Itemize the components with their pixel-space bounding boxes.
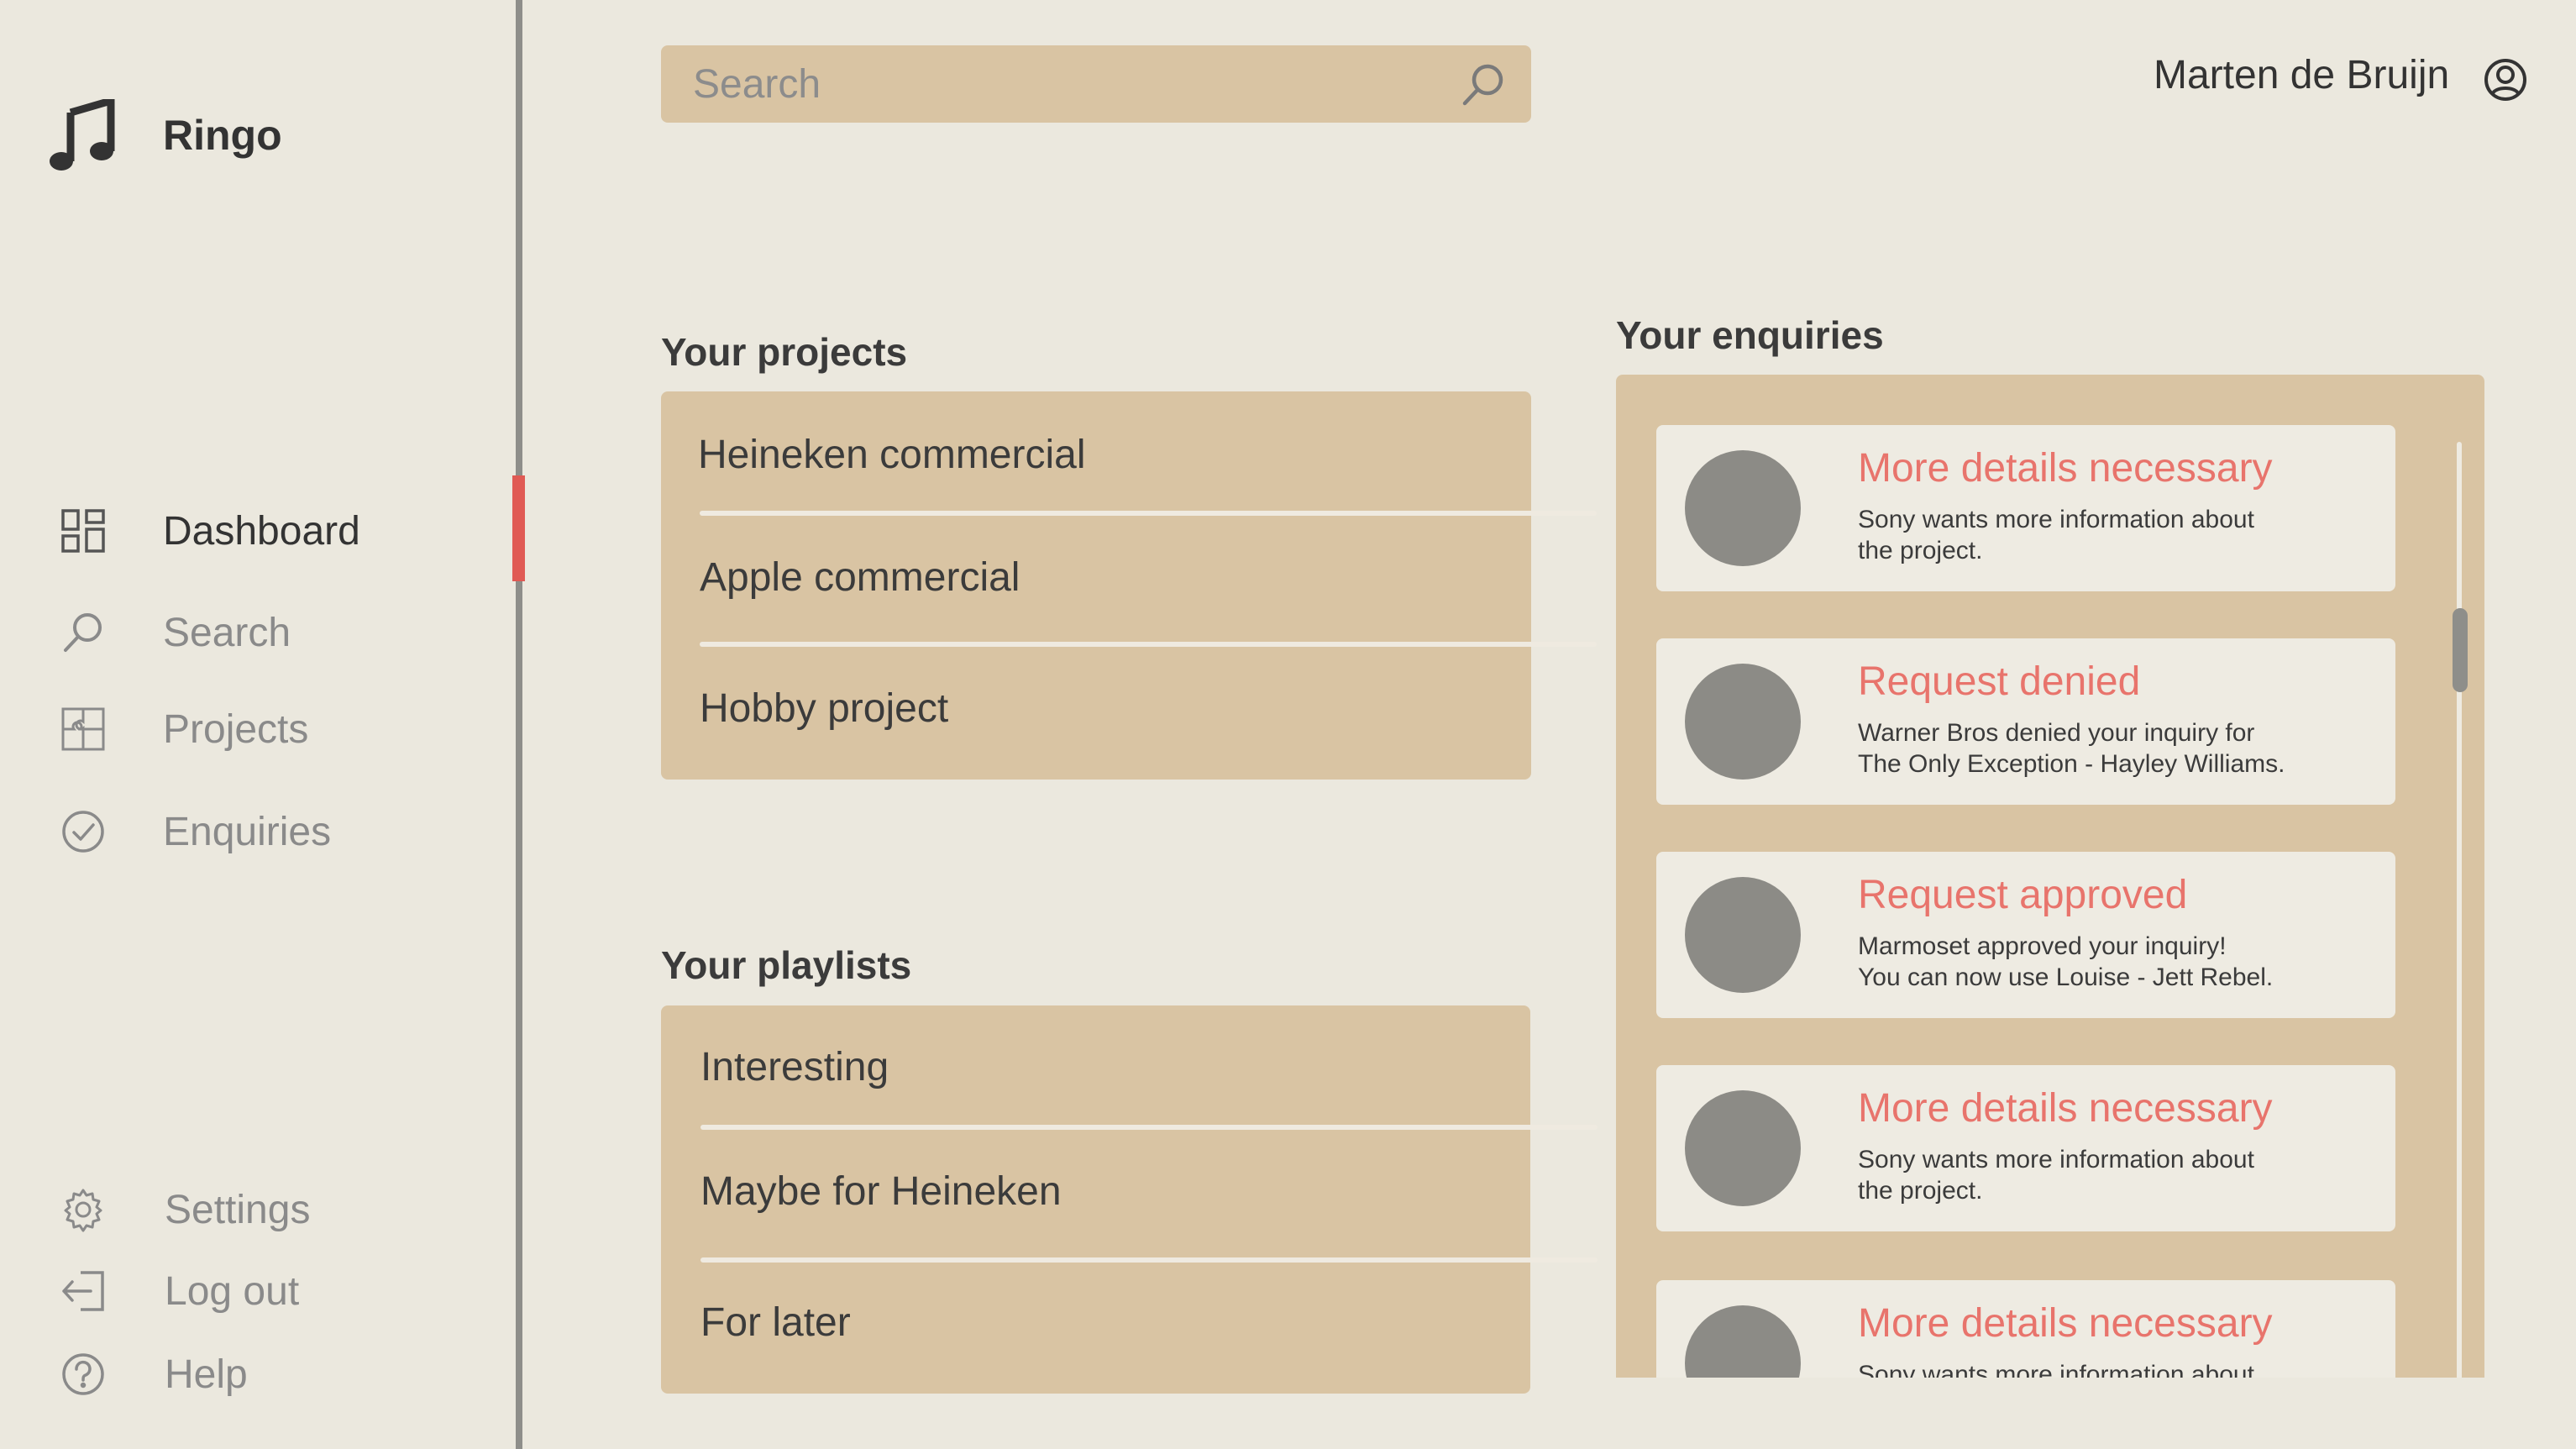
scrollbar-thumb[interactable] bbox=[2453, 608, 2468, 692]
user-name[interactable]: Marten de Bruijn bbox=[2154, 52, 2449, 98]
enquiry-text: Sony wants more information about the pr… bbox=[1858, 1146, 2254, 1205]
enquiry-text: Sony wants more information about the pr… bbox=[1858, 506, 2254, 564]
divider bbox=[700, 642, 1597, 647]
sidebar-item-label: Search bbox=[163, 610, 291, 655]
playlist-item[interactable]: For later bbox=[700, 1299, 851, 1346]
divider bbox=[700, 1125, 1598, 1130]
divider bbox=[700, 1257, 1598, 1263]
dashboard-grid-icon bbox=[59, 507, 108, 555]
avatar bbox=[1685, 1090, 1801, 1206]
avatar bbox=[1685, 664, 1801, 780]
enquiry-card[interactable]: More details necessary Sony wants more i… bbox=[1656, 1280, 2395, 1378]
scrollbar-track[interactable] bbox=[2457, 442, 2462, 1378]
user-circle-icon[interactable] bbox=[2483, 57, 2528, 102]
enquiry-title: More details necessary bbox=[1858, 446, 2273, 491]
enquiry-title: Request denied bbox=[1858, 659, 2141, 704]
help-icon bbox=[59, 1350, 108, 1399]
enquiry-card[interactable]: More details necessary Sony wants more i… bbox=[1656, 1065, 2395, 1231]
search-icon[interactable] bbox=[1459, 60, 1508, 109]
sidebar-item-settings[interactable]: Settings bbox=[59, 1180, 310, 1239]
brand[interactable]: Ringo bbox=[49, 99, 282, 171]
enquiry-title: More details necessary bbox=[1858, 1301, 2273, 1346]
sidebar-item-label: Log out bbox=[165, 1268, 300, 1314]
playlist-item[interactable]: Interesting bbox=[700, 1044, 889, 1090]
music-note-icon bbox=[50, 99, 115, 171]
project-item[interactable]: Apple commercial bbox=[700, 554, 1020, 601]
sidebar-item-label: Projects bbox=[163, 706, 309, 752]
sidebar-item-label: Enquiries bbox=[163, 809, 332, 854]
enquiry-card[interactable]: Request denied Warner Bros denied your i… bbox=[1656, 638, 2395, 805]
sidebar: Ringo Dashboard Search Projects Enquirie… bbox=[0, 0, 516, 1449]
sidebar-item-search[interactable]: Search bbox=[59, 603, 291, 662]
playlists-card: Interesting Maybe for Heineken For later bbox=[661, 1005, 1598, 1394]
app-name: Ringo bbox=[163, 112, 282, 159]
logout-icon bbox=[59, 1267, 108, 1315]
sidebar-item-dashboard[interactable]: Dashboard bbox=[59, 501, 360, 560]
enquiry-text: Sony wants more information about the pr… bbox=[1858, 1361, 2254, 1378]
sidebar-item-projects[interactable]: Projects bbox=[59, 700, 308, 759]
project-item[interactable]: Heineken commercial bbox=[698, 432, 1086, 478]
playlists-title: Your playlists bbox=[661, 943, 912, 987]
enquiry-card[interactable]: More details necessary Sony wants more i… bbox=[1656, 425, 2395, 591]
sidebar-divider bbox=[516, 0, 522, 1449]
enquiry-text: Marmoset approved your inquiry! You can … bbox=[1858, 932, 2274, 991]
enquiry-title: Request approved bbox=[1858, 873, 2188, 917]
app-root: Ringo Dashboard Search Projects Enquirie… bbox=[0, 0, 2576, 1449]
enquiry-title: More details necessary bbox=[1858, 1086, 2273, 1131]
sidebar-item-enquiries[interactable]: Enquiries bbox=[59, 802, 331, 861]
enquiries-panel: More details necessary Sony wants more i… bbox=[1616, 375, 2484, 1378]
gear-icon bbox=[59, 1185, 108, 1234]
search-bar[interactable] bbox=[661, 45, 1531, 123]
sidebar-item-label: Settings bbox=[165, 1187, 311, 1232]
search-input[interactable] bbox=[693, 45, 1449, 123]
enquiry-text: Warner Bros denied your inquiry for The … bbox=[1858, 719, 2285, 778]
sidebar-item-label: Dashboard bbox=[163, 508, 360, 554]
enquiries-title: Your enquiries bbox=[1616, 313, 1884, 357]
avatar bbox=[1685, 1305, 1801, 1378]
sidebar-item-logout[interactable]: Log out bbox=[59, 1262, 299, 1320]
avatar bbox=[1685, 877, 1801, 993]
projects-card: Heineken commercial Apple commercial Hob… bbox=[661, 391, 1597, 780]
projects-title: Your projects bbox=[661, 330, 908, 374]
puzzle-icon bbox=[59, 705, 108, 753]
active-nav-indicator bbox=[512, 475, 525, 581]
check-circle-icon bbox=[59, 807, 108, 856]
enquiry-card[interactable]: Request approved Marmoset approved your … bbox=[1656, 852, 2395, 1018]
playlist-item[interactable]: Maybe for Heineken bbox=[700, 1168, 1062, 1215]
avatar bbox=[1685, 450, 1801, 566]
sidebar-item-label: Help bbox=[165, 1352, 248, 1397]
search-icon bbox=[59, 608, 108, 657]
sidebar-item-help[interactable]: Help bbox=[59, 1345, 248, 1404]
project-item[interactable]: Hobby project bbox=[700, 685, 948, 732]
divider bbox=[700, 511, 1597, 516]
